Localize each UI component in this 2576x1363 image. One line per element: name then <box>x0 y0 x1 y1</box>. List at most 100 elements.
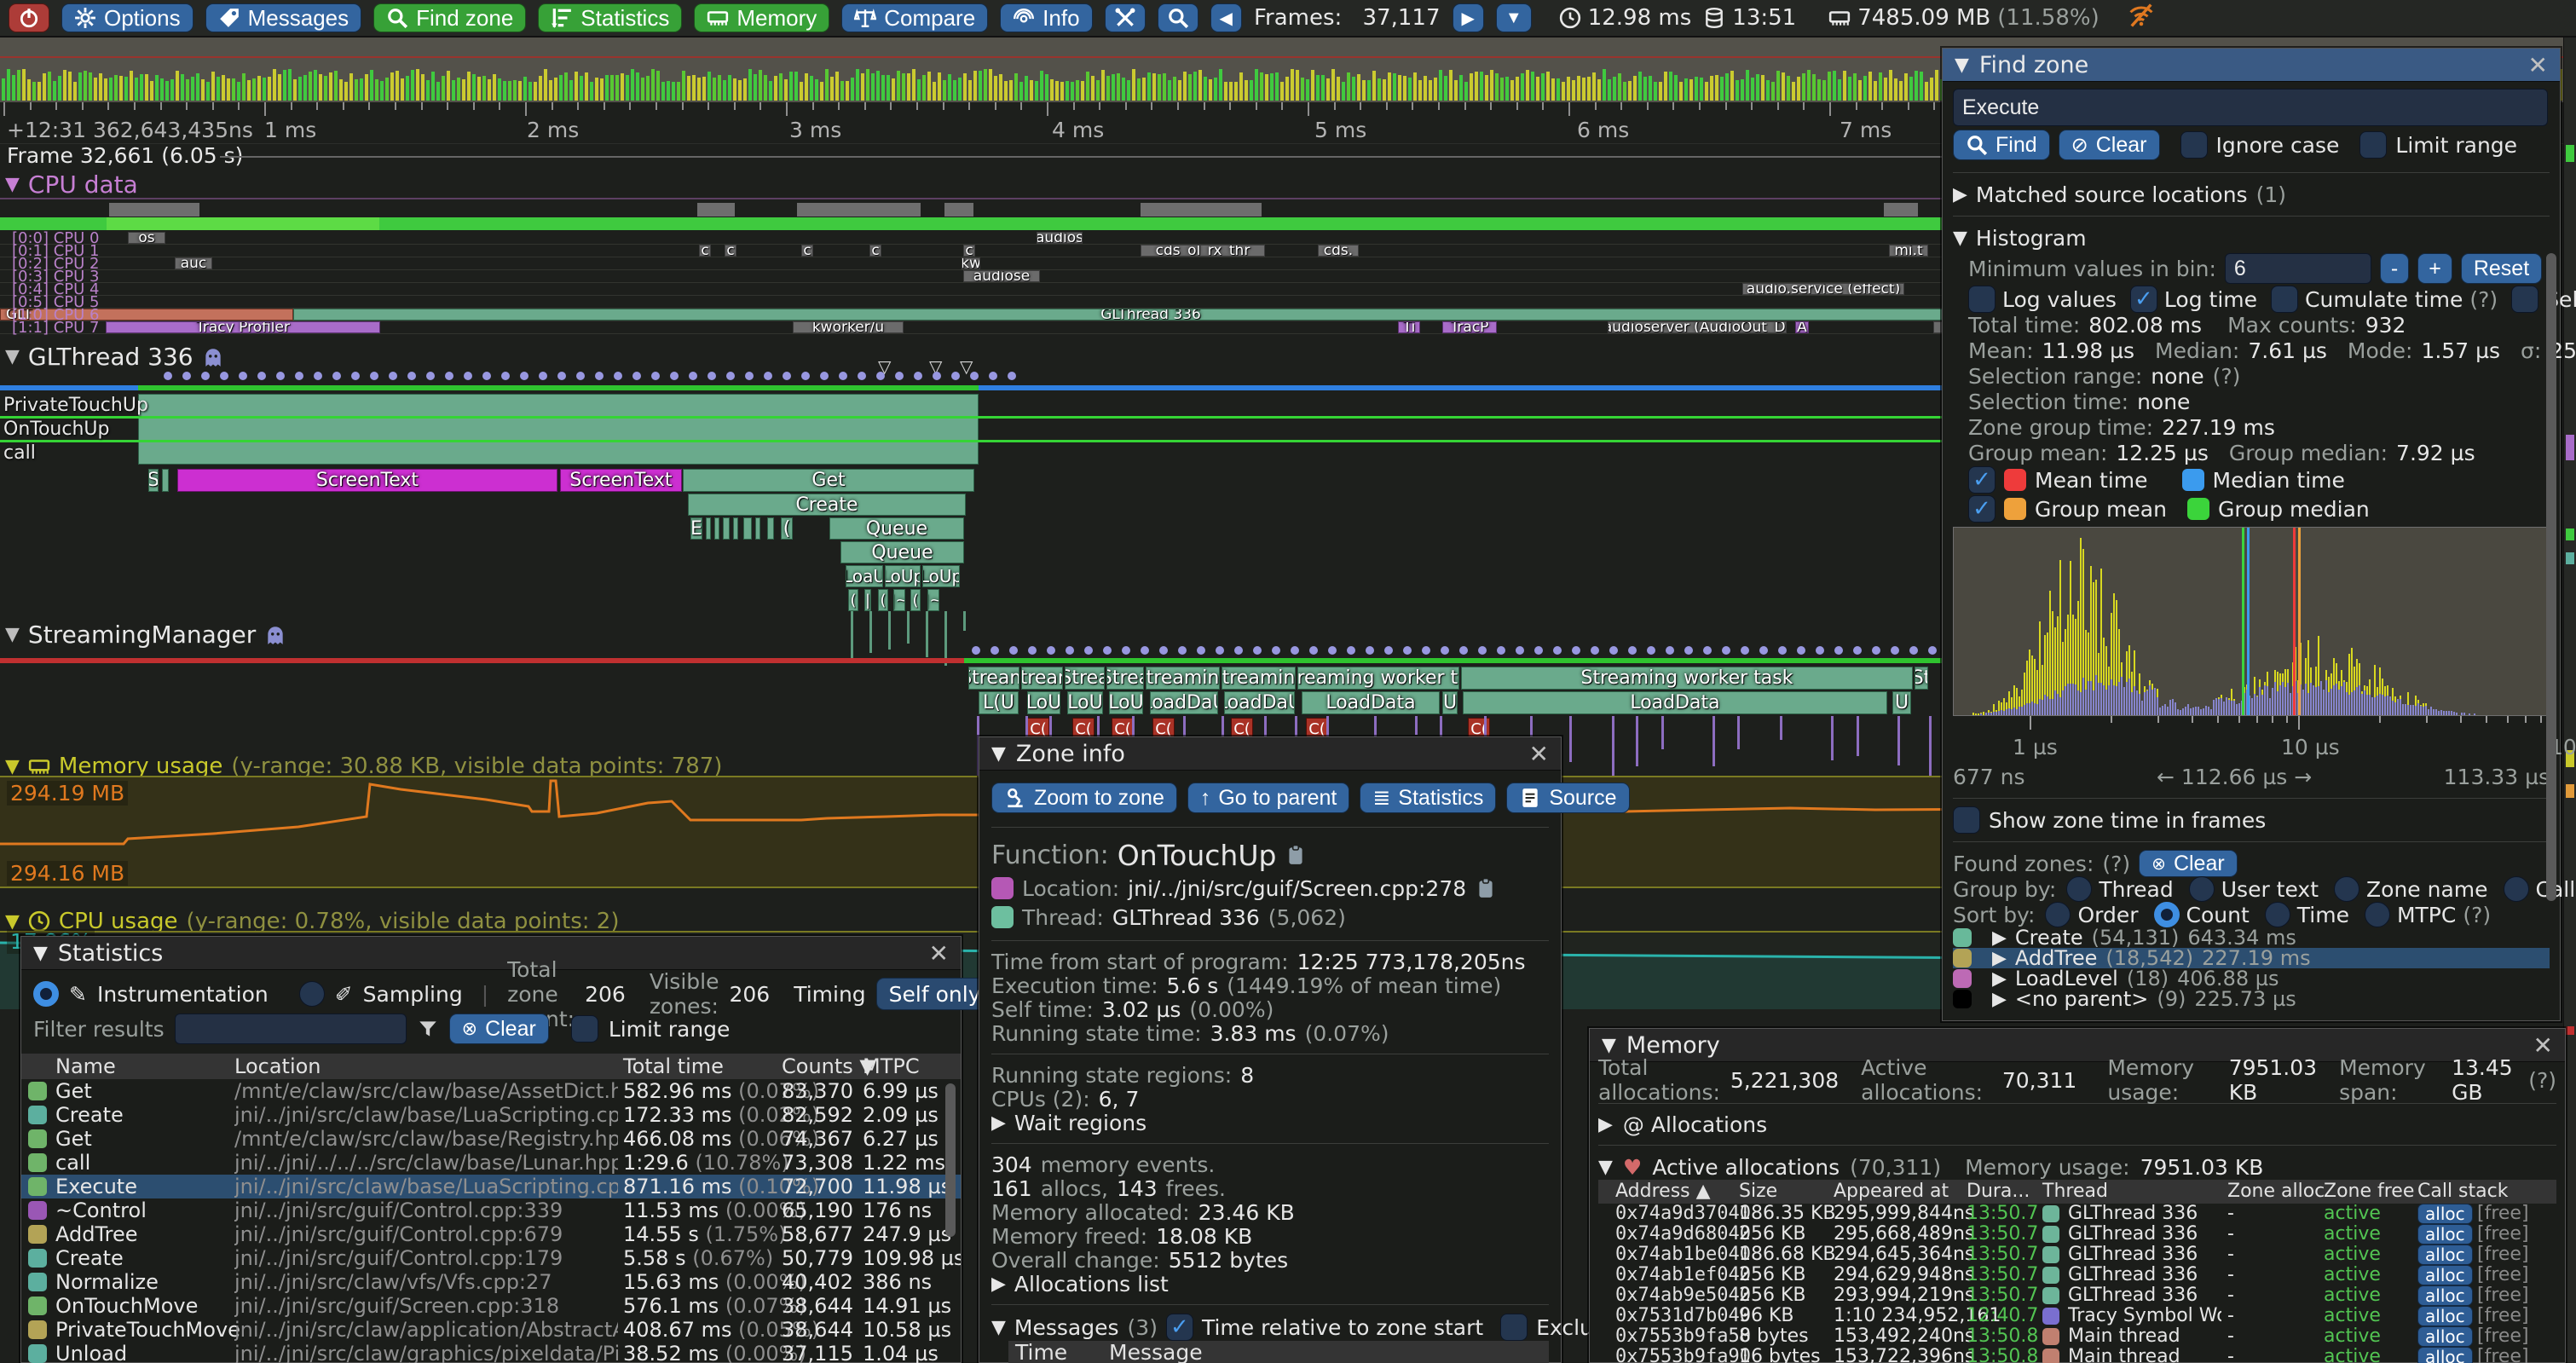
show-zone-time-checkbox[interactable] <box>1953 806 1980 834</box>
message-dot[interactable] <box>182 372 191 380</box>
wait-regions-expander[interactable]: ▶Wait regions <box>991 1111 1549 1135</box>
message-dot[interactable] <box>858 372 866 380</box>
find-zone-histogram[interactable] <box>1953 527 2550 716</box>
zone-([interactable]: ( <box>910 589 921 611</box>
zone-Streaming[interactable]: Streaming <box>1222 667 1296 690</box>
message-dot[interactable] <box>1891 646 1899 655</box>
message-dot[interactable] <box>1797 646 1805 655</box>
message-dot[interactable] <box>1272 646 1280 655</box>
zone-LoadData[interactable]: LoadData <box>1302 691 1440 714</box>
message-dot[interactable] <box>914 372 922 380</box>
message-dot[interactable] <box>557 372 566 380</box>
find-button[interactable]: Find <box>1953 130 2050 160</box>
mean-median-checkbox[interactable] <box>1968 466 1996 494</box>
message-dot[interactable] <box>1084 646 1093 655</box>
groupby-Thread[interactable] <box>2066 876 2092 902</box>
mem-column-Size[interactable]: Size <box>1739 1180 1777 1204</box>
mem-column-Address[interactable]: Address ▲ <box>1615 1180 1711 1204</box>
zone-LoadDaU[interactable]: LoadDaU <box>1150 691 1218 714</box>
frame-dropdown-button[interactable]: ▼ <box>1496 3 1532 32</box>
alloc-button[interactable]: alloc <box>2417 1204 2473 1224</box>
mem-column-Zone free[interactable]: Zone free <box>2324 1180 2414 1204</box>
found-zone-row[interactable]: ▶Create(54,131)643.34 ms <box>1953 927 2550 948</box>
zone-PrivateTouchUp[interactable] <box>138 394 979 417</box>
log-values-checkbox[interactable] <box>1968 286 1996 313</box>
cumulate-checkbox[interactable] <box>2271 286 2298 313</box>
options-button[interactable]: Options <box>61 3 193 32</box>
zone-kw[interactable]: kw <box>962 257 980 269</box>
group-checkbox[interactable] <box>1968 495 1996 523</box>
groupby-User text[interactable] <box>2189 876 2215 902</box>
message-dot[interactable] <box>539 372 547 380</box>
message-dot[interactable] <box>1028 646 1037 655</box>
message-dot[interactable] <box>1628 646 1637 655</box>
clipboard-icon[interactable] <box>1285 844 1307 866</box>
message-dot[interactable] <box>426 372 435 380</box>
allocations-expander[interactable]: ▶@ Allocations <box>1598 1112 2556 1136</box>
table-row[interactable]: Createjni/../jni/src/claw/base/LuaScript… <box>21 1103 961 1127</box>
message-dot[interactable] <box>1834 646 1843 655</box>
collapse-icon[interactable]: ▼ <box>33 943 48 964</box>
message-dot[interactable] <box>351 372 360 380</box>
message-dot[interactable] <box>1141 646 1149 655</box>
self-time-checkbox[interactable] <box>2511 286 2538 313</box>
msg-column-Message[interactable]: Message <box>1109 1341 1203 1363</box>
zone-kworker/u[interactable]: kworker/u <box>793 321 904 333</box>
message-dot[interactable] <box>1403 646 1412 655</box>
message-dot[interactable] <box>726 372 735 380</box>
message-dot[interactable] <box>1122 646 1130 655</box>
zone-LoUp[interactable]: LoUp <box>922 565 960 587</box>
message-dot[interactable] <box>220 372 228 380</box>
message-dot[interactable] <box>1553 646 1562 655</box>
table-row[interactable]: AddTreejni/../jni/src/guif/Control.cpp:6… <box>21 1222 961 1246</box>
message-dot[interactable] <box>614 372 622 380</box>
zone-fragment[interactable] <box>714 517 719 540</box>
prev-frame-button[interactable]: ◀ <box>1210 3 1242 32</box>
message-dot[interactable] <box>1516 646 1524 655</box>
column-header-Location[interactable]: Location <box>234 1054 321 1079</box>
message-dot[interactable] <box>1703 646 1712 655</box>
zone-audio.service (effect)[interactable]: audio.service (effect) <box>1742 283 1904 295</box>
message-dot[interactable] <box>407 372 416 380</box>
zone-fragment[interactable] <box>767 517 774 540</box>
zone-LoU[interactable]: LoU <box>1067 691 1103 714</box>
zone-Create[interactable]: Create <box>688 494 966 516</box>
message-dot[interactable] <box>1591 646 1599 655</box>
zone-GLThread 336[interactable]: GLThread 336 <box>293 309 2008 321</box>
message-dot[interactable] <box>839 372 847 380</box>
close-icon[interactable]: ✕ <box>1529 740 1549 768</box>
zone-fragment[interactable] <box>723 517 730 540</box>
message-dot[interactable] <box>1497 646 1505 655</box>
alloc-button[interactable]: alloc <box>2417 1347 2473 1363</box>
zone-fragment[interactable] <box>755 517 760 540</box>
message-dot[interactable] <box>651 372 660 380</box>
instrumentation-radio[interactable] <box>33 981 59 1007</box>
zone-auc[interactable]: auc <box>175 257 212 269</box>
message-dot[interactable] <box>989 372 997 380</box>
message-dot[interactable] <box>1928 646 1937 655</box>
find-zone-input[interactable] <box>1953 89 2548 126</box>
message-dot[interactable] <box>1066 646 1074 655</box>
zone-LoU[interactable]: LoU <box>1109 691 1143 714</box>
message-dot[interactable] <box>389 372 397 380</box>
memory-table[interactable]: 0x74a9d37040186.35 KB295,999,844ns13:50.… <box>1598 1204 2556 1363</box>
ignore-case-checkbox[interactable] <box>2180 131 2208 159</box>
zoom-to-zone-button[interactable]: Zoom to zone <box>991 783 1177 813</box>
glthread-header[interactable]: ▼GLThread 336 <box>5 343 224 371</box>
info-button[interactable]: Info <box>1000 3 1092 32</box>
zone-|~[interactable]: |~ <box>893 589 905 611</box>
zone-LoaU[interactable]: LoaU <box>846 565 883 587</box>
zone-mi.t[interactable]: mi.t <box>1889 245 1928 257</box>
table-row[interactable]: Executejni/../jni/src/claw/base/LuaScrip… <box>21 1175 961 1198</box>
allocation-row[interactable]: 0x7553b9fa508 bytes153,492,240ns13:50.8M… <box>1598 1326 2556 1347</box>
zone-LoadData[interactable]: LoadData <box>1463 691 1887 714</box>
table-row[interactable]: Get/mnt/e/claw/src/claw/base/Registry.hp… <box>21 1127 961 1151</box>
message-dot[interactable] <box>482 372 491 380</box>
message-dot[interactable] <box>1872 646 1880 655</box>
zone-cds.[interactable]: cds. <box>1318 245 1359 257</box>
message-dot[interactable] <box>370 372 378 380</box>
table-row[interactable]: Get/mnt/e/claw/src/claw/base/AssetDict.h… <box>21 1079 961 1103</box>
zone-L(U[interactable]: L(U <box>979 691 1019 714</box>
go-to-parent-button[interactable]: ↑Go to parent <box>1187 783 1349 813</box>
message-dot[interactable] <box>1609 646 1618 655</box>
